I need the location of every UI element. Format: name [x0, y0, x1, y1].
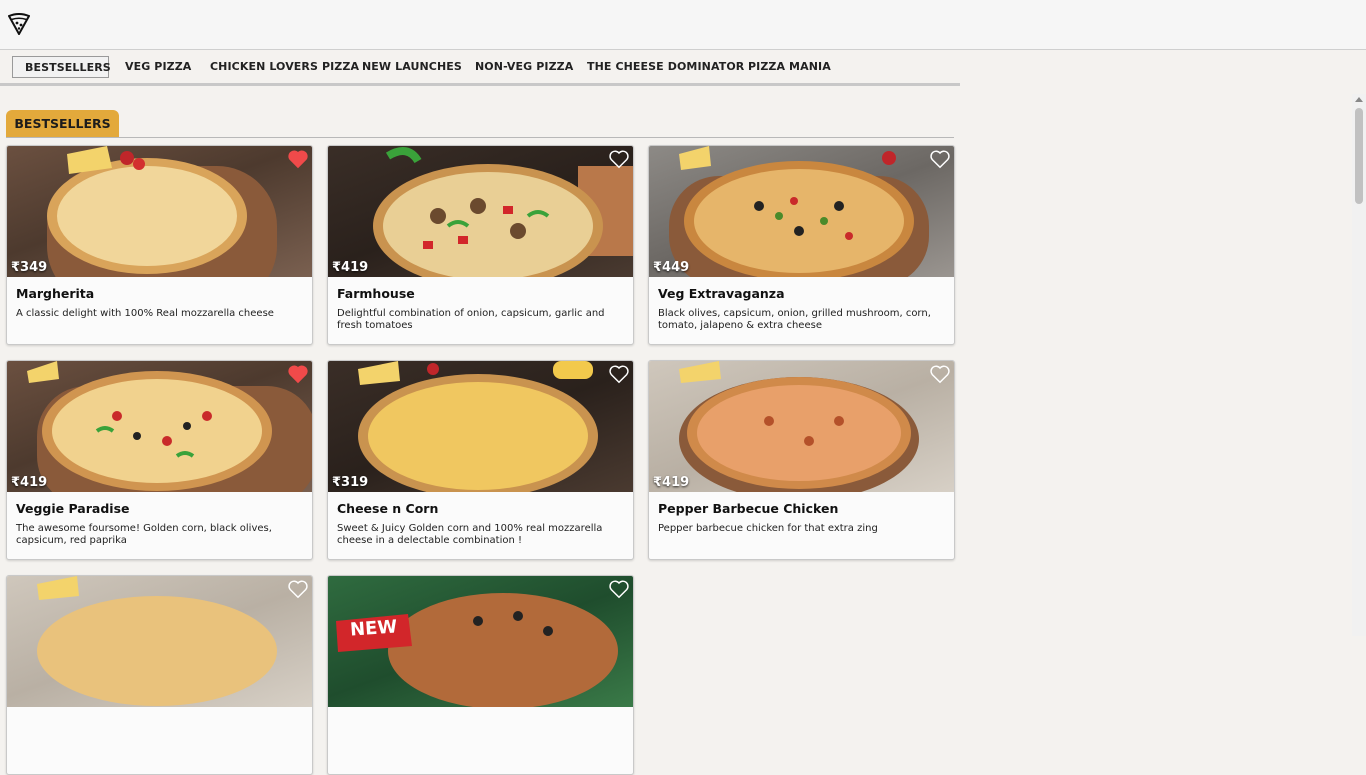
product-price: ₹449 [653, 260, 690, 275]
product-card-farmhouse[interactable]: ₹419 Farmhouse Delightful combination of… [327, 145, 634, 345]
product-price: ₹419 [332, 260, 369, 275]
product-name: Veggie Paradise [16, 501, 130, 516]
pizza-image [649, 361, 954, 492]
product-card-veg-extravaganza[interactable]: ₹449 Veg Extravaganza Black olives, caps… [648, 145, 955, 345]
favorite-heart-icon[interactable] [608, 148, 630, 170]
favorite-heart-icon[interactable] [287, 578, 309, 600]
product-card-pepper-barbecue-chicken[interactable]: ₹419 Pepper Barbecue Chicken Pepper barb… [648, 360, 955, 560]
product-name: Margherita [16, 286, 95, 301]
product-description: Sweet & Juicy Golden corn and 100% real … [337, 523, 603, 546]
pizza-image [328, 146, 633, 277]
tab-veg-pizza[interactable]: VEG PIZZA [125, 56, 191, 78]
scroll-up-arrow-icon[interactable] [1355, 97, 1363, 102]
pizza-image [7, 146, 312, 277]
product-card-veggie-paradise[interactable]: ₹419 Veggie Paradise The awesome foursom… [6, 360, 313, 560]
pizza-image [328, 576, 633, 707]
tab-bestsellers[interactable]: BESTSELLERS [12, 56, 111, 78]
pizza-image [649, 146, 954, 277]
pizza-image [7, 361, 312, 492]
section-divider [6, 137, 954, 138]
product-price: ₹349 [11, 260, 48, 275]
product-price: ₹419 [653, 475, 690, 490]
scrollbar-thumb[interactable] [1355, 108, 1363, 204]
product-description: Black olives, capsicum, onion, grilled m… [658, 308, 931, 331]
product-card[interactable] [6, 575, 313, 775]
new-badge: NEW [349, 616, 398, 641]
product-name: Cheese n Corn [337, 501, 439, 516]
product-description: A classic delight with 100% Real mozzare… [16, 308, 274, 319]
product-card-new-launch[interactable]: NEW [327, 575, 634, 775]
favorite-heart-icon[interactable] [608, 363, 630, 385]
product-name: Veg Extravaganza [658, 286, 785, 301]
favorite-heart-icon[interactable] [608, 578, 630, 600]
tab-chicken-lovers-pizza[interactable]: CHICKEN LOVERS PIZZA [210, 56, 359, 78]
section-title: BESTSELLERS [6, 110, 119, 137]
favorite-heart-icon[interactable] [287, 363, 309, 385]
product-price: ₹419 [11, 475, 48, 490]
pizza-image [328, 361, 633, 492]
pizza-image [7, 576, 312, 707]
product-description: The awesome foursome! Golden corn, black… [16, 523, 272, 546]
tab-non-veg-pizza[interactable]: NON-VEG PIZZA [475, 56, 573, 78]
favorite-heart-icon[interactable] [929, 148, 951, 170]
pizza-slice-icon[interactable] [8, 13, 30, 35]
product-name: Farmhouse [337, 286, 415, 301]
category-tabs: BESTSELLERS VEG PIZZA CHICKEN LOVERS PIZ… [0, 50, 960, 86]
tab-new-launches[interactable]: NEW LAUNCHES [362, 56, 462, 78]
top-bar [0, 0, 1366, 50]
product-card-margherita[interactable]: ₹349 Margherita A classic delight with 1… [6, 145, 313, 345]
product-card-cheese-n-corn[interactable]: ₹319 Cheese n Corn Sweet & Juicy Golden … [327, 360, 634, 560]
product-description: Pepper barbecue chicken for that extra z… [658, 523, 878, 534]
product-name: Pepper Barbecue Chicken [658, 501, 839, 516]
favorite-heart-icon[interactable] [929, 363, 951, 385]
favorite-heart-icon[interactable] [287, 148, 309, 170]
product-description: Delightful combination of onion, capsicu… [337, 308, 605, 331]
product-price: ₹319 [332, 475, 369, 490]
vertical-scrollbar[interactable] [1352, 94, 1366, 636]
tab-the-cheese-dominator[interactable]: THE CHEESE DOMINATOR [587, 56, 744, 78]
tab-pizza-mania[interactable]: PIZZA MANIA [748, 56, 831, 78]
